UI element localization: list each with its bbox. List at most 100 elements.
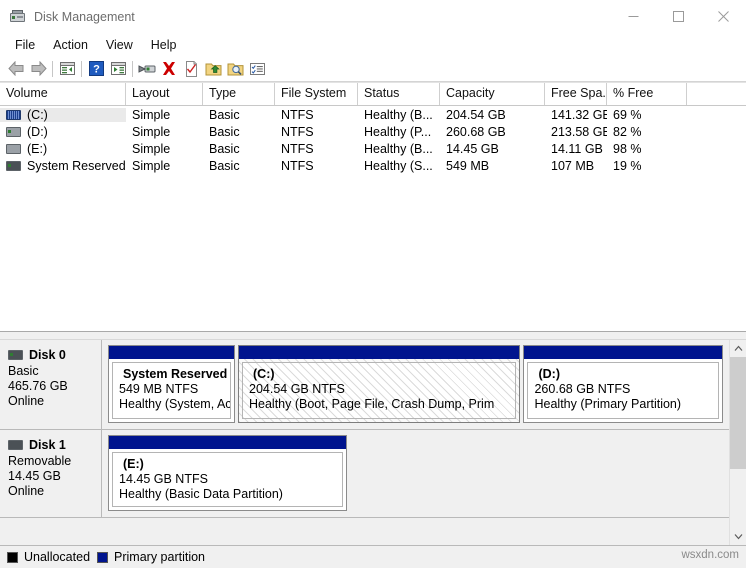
cell-type: Basic <box>209 107 240 122</box>
cell-free-space: 107 MB <box>551 158 595 173</box>
minimize-icon[interactable] <box>611 0 656 33</box>
column-header-file-system[interactable]: File System <box>275 83 358 105</box>
disk-name: Disk 0 <box>29 348 66 362</box>
partition-status: Healthy (Basic Data Partition) <box>119 487 283 501</box>
chevron-down-icon[interactable] <box>730 528 746 545</box>
cell-status: Healthy (B... <box>364 107 433 122</box>
legend-bar: Unallocated Primary partition wsxdn.com <box>0 545 746 568</box>
column-header-filler <box>687 83 746 105</box>
column-header-type[interactable]: Type <box>203 83 275 105</box>
disk-drive-icon <box>9 8 26 25</box>
partition-color-bar <box>109 346 234 359</box>
show-hide-action-pane-icon[interactable] <box>107 58 129 79</box>
cell-volume[interactable]: (C:) <box>0 107 126 122</box>
table-row[interactable]: (C:) Simple Basic NTFS Healthy (B... 204… <box>0 106 746 123</box>
menu-item-file[interactable]: File <box>6 36 44 54</box>
scrollbar-track[interactable] <box>730 357 746 528</box>
partition-size-fs: 549 MB NTFS <box>119 382 199 396</box>
close-icon[interactable] <box>701 0 746 33</box>
cell-percent-free: 82 % <box>613 124 642 139</box>
delete-icon[interactable] <box>158 58 180 79</box>
list-view-icon[interactable] <box>246 58 268 79</box>
disk-state: Online <box>8 484 45 498</box>
cell-capacity: 14.45 GB <box>446 141 499 156</box>
table-row[interactable]: System Reserved Simple Basic NTFS Health… <box>0 157 746 174</box>
disk-title: Disk 1 <box>8 438 101 452</box>
menu-item-view[interactable]: View <box>97 36 142 54</box>
window-controls <box>611 0 746 33</box>
cell-percent-free: 69 % <box>613 107 642 122</box>
cell-capacity: 549 MB <box>446 158 490 173</box>
menu-item-help[interactable]: Help <box>142 36 186 54</box>
properties-icon[interactable] <box>136 58 158 79</box>
partition-label: System Reserved <box>123 367 228 381</box>
table-row[interactable]: (D:) Simple Basic NTFS Healthy (P... 260… <box>0 123 746 140</box>
menu-item-action[interactable]: Action <box>44 36 97 54</box>
disk-name: Disk 1 <box>29 438 66 452</box>
partition-color-bar <box>524 346 722 359</box>
disk-size: 14.45 GB <box>8 469 61 483</box>
disk-1-partitions: (E:) 14.45 GB NTFS Healthy (Basic Data P… <box>102 430 729 517</box>
disk-title: Disk 0 <box>8 348 101 362</box>
disk-info-disk-1[interactable]: Disk 1 Removable 14.45 GB Online <box>0 430 102 517</box>
legend-label: Primary partition <box>114 550 206 564</box>
search-folder-icon[interactable] <box>224 58 246 79</box>
cell-capacity: 204.54 GB <box>446 107 506 122</box>
disk-info-disk-0[interactable]: Disk 0 Basic 465.76 GB Online <box>0 340 102 429</box>
rescan-disks-icon[interactable] <box>202 58 224 79</box>
cell-layout: Simple <box>132 124 171 139</box>
scrollbar-thumb[interactable] <box>730 357 746 469</box>
partition-details: (E:) 14.45 GB NTFS Healthy (Basic Data P… <box>112 452 343 507</box>
partition-system-reserved[interactable]: System Reserved 549 MB NTFS Healthy (Sys… <box>108 345 235 423</box>
graphical-view-scrollbar[interactable] <box>729 340 746 545</box>
partition-details: (C:) 204.54 GB NTFS Healthy (Boot, Page … <box>242 362 517 419</box>
forward-icon[interactable] <box>27 58 49 79</box>
column-header-status[interactable]: Status <box>358 83 440 105</box>
graphical-view-content: Disk 0 Basic 465.76 GB Online System Res… <box>0 340 729 545</box>
cell-volume[interactable]: (E:) <box>0 142 126 156</box>
cell-volume[interactable]: System Reserved <box>0 159 126 173</box>
cell-percent-free: 98 % <box>613 141 642 156</box>
column-header-layout[interactable]: Layout <box>126 83 203 105</box>
help-icon[interactable]: ? <box>85 58 107 79</box>
volume-icon <box>6 143 21 154</box>
legend-label: Unallocated <box>24 550 91 564</box>
volume-list-header: Volume Layout Type File System Status Ca… <box>0 82 746 106</box>
column-header-free-space[interactable]: Free Spa... <box>545 83 607 105</box>
pane-splitter[interactable] <box>0 331 746 340</box>
disk-entry-disk-0[interactable]: Disk 0 Basic 465.76 GB Online System Res… <box>0 340 729 430</box>
column-header-volume[interactable]: Volume <box>0 83 126 105</box>
table-row[interactable]: (E:) Simple Basic NTFS Healthy (B... 14.… <box>0 140 746 157</box>
partition-size-fs: 14.45 GB NTFS <box>119 472 208 486</box>
disk-icon <box>8 440 23 450</box>
volume-icon-striped <box>6 109 21 120</box>
disk-type: Removable <box>8 454 72 468</box>
legend-item-unallocated: Unallocated <box>7 550 90 564</box>
cell-status: Healthy (S... <box>364 158 433 173</box>
partition-d-drive[interactable]: (D:) 260.68 GB NTFS Healthy (Primary Par… <box>523 345 723 423</box>
show-hide-console-tree-icon[interactable] <box>56 58 78 79</box>
cell-volume[interactable]: (D:) <box>0 125 126 139</box>
refresh-icon[interactable] <box>180 58 202 79</box>
partition-c-drive[interactable]: (C:) 204.54 GB NTFS Healthy (Boot, Page … <box>238 345 521 423</box>
disk-entry-disk-1[interactable]: Disk 1 Removable 14.45 GB Online (E:) 14… <box>0 430 729 518</box>
volume-label: System Reserved <box>27 158 126 173</box>
cell-file-system: NTFS <box>281 107 314 122</box>
partition-status: Healthy (Boot, Page File, Crash Dump, Pr… <box>249 397 495 411</box>
back-icon[interactable] <box>5 58 27 79</box>
graphical-view-pane: Disk 0 Basic 465.76 GB Online System Res… <box>0 340 746 545</box>
svg-text:?: ? <box>93 64 100 76</box>
chevron-up-icon[interactable] <box>730 340 746 357</box>
maximize-icon[interactable] <box>656 0 701 33</box>
toolbar-separator <box>81 60 82 77</box>
volume-label: (C:) <box>27 107 48 122</box>
toolbar-separator <box>52 60 53 77</box>
volume-label: (E:) <box>27 141 48 156</box>
column-header-percent-free[interactable]: % Free <box>607 83 687 105</box>
volume-list-pane: Volume Layout Type File System Status Ca… <box>0 82 746 331</box>
partition-e-drive[interactable]: (E:) 14.45 GB NTFS Healthy (Basic Data P… <box>108 435 347 511</box>
cell-percent-free: 19 % <box>613 158 642 173</box>
title-bar: Disk Management <box>0 0 746 33</box>
column-header-capacity[interactable]: Capacity <box>440 83 545 105</box>
cell-free-space: 14.11 GB <box>551 141 603 156</box>
